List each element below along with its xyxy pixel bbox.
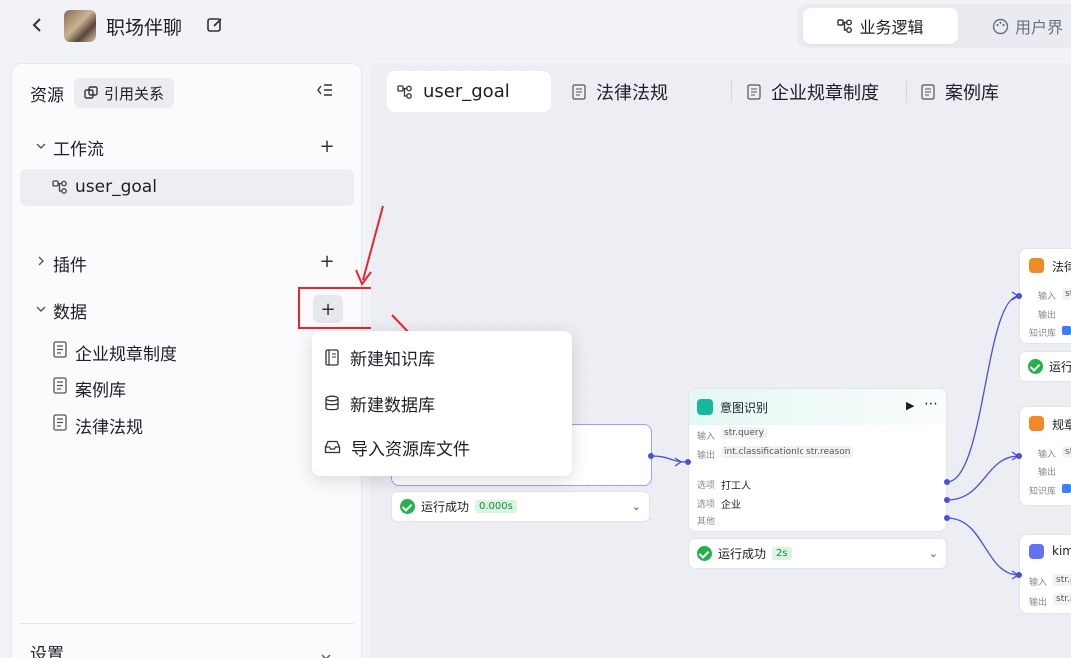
output-port[interactable] <box>944 515 950 521</box>
menu-item-import-resource-file[interactable]: 导入资源库文件 <box>324 432 470 462</box>
kb-icon <box>1062 484 1071 493</box>
intent-icon <box>697 399 713 415</box>
menu-item-label: 新建知识库 <box>350 349 435 370</box>
llm-icon <box>1029 544 1044 559</box>
input-label: 输入 <box>697 432 716 442</box>
output-tag: str.n <box>1053 593 1071 605</box>
check-circle-icon <box>1028 359 1043 374</box>
database-icon <box>325 395 339 410</box>
input-tag: str <box>1062 446 1071 458</box>
knowledge-icon <box>1029 258 1044 273</box>
status-text: 运行成功 <box>718 547 767 561</box>
other-label: 其他 <box>697 517 716 527</box>
inbox-icon <box>324 440 341 454</box>
input-port[interactable] <box>1016 293 1022 299</box>
input-port[interactable] <box>1016 572 1022 578</box>
kb-icon <box>1062 326 1071 335</box>
kimi-llm-node[interactable]: kim 输入 str.a 输出 str.n <box>1019 534 1071 614</box>
output-label: 输出 <box>1038 311 1057 321</box>
run-time-badge: 0.000s <box>475 500 517 513</box>
kb-label: 知识库 <box>1029 329 1057 339</box>
input-tag: str.query <box>721 427 767 439</box>
law-node-title: 法律 <box>1052 260 1071 274</box>
knowledge-icon <box>1029 416 1044 431</box>
kimi-node-title: kim <box>1052 544 1071 558</box>
input-label: 输入 <box>1038 292 1057 302</box>
output-label: 输出 <box>1038 468 1057 478</box>
status-text: 运行 <box>1049 360 1071 374</box>
kb-label: 知识库 <box>1029 487 1057 497</box>
run-time-badge: 2s <box>772 547 792 560</box>
output-port[interactable] <box>944 497 950 503</box>
intent-node-status[interactable]: 运行成功 2s ⌄ <box>688 538 947 569</box>
start-node-status[interactable]: 运行成功 0.000s ⌄ <box>391 491 650 522</box>
status-text: 运行成功 <box>421 500 470 514</box>
add-data-dropdown-menu: 新建知识库 新建数据库 导入资源库文件 <box>312 331 572 476</box>
knowledge-base-icon <box>325 348 339 366</box>
chevron-down-icon[interactable]: ⌄ <box>929 547 938 560</box>
output-port[interactable] <box>944 479 950 485</box>
option-label: 选项 <box>697 481 716 491</box>
output-label: 输出 <box>1029 598 1048 608</box>
input-label: 输入 <box>1029 578 1048 588</box>
input-label: 输入 <box>1038 450 1057 460</box>
option-value: 企业 <box>721 500 741 511</box>
output-tag: int.classificationId <box>721 446 809 458</box>
check-circle-icon <box>697 546 712 561</box>
input-tag: str <box>1062 288 1071 300</box>
menu-item-new-knowledge-base[interactable]: 新建知识库 <box>324 342 435 372</box>
chevron-down-icon[interactable]: ⌄ <box>632 500 641 513</box>
output-port[interactable] <box>648 453 654 459</box>
rules-node-title: 规章 <box>1052 418 1071 432</box>
output-label: 输出 <box>697 451 716 461</box>
intent-recognition-node[interactable]: 意图识别 ▶ ⋯ 输入 str.query 输出 int.classificat… <box>688 388 947 532</box>
rules-knowledge-node[interactable]: 规章 输入 str 输出 知识库 <box>1019 406 1071 506</box>
intent-node-title: 意图识别 <box>720 401 769 415</box>
run-node-icon[interactable]: ▶ <box>906 399 914 412</box>
law-node-status[interactable]: 运行 <box>1019 351 1071 382</box>
menu-item-label: 新建数据库 <box>350 395 435 416</box>
check-circle-icon <box>400 499 415 514</box>
menu-item-new-database[interactable]: 新建数据库 <box>324 388 435 418</box>
input-port[interactable] <box>1016 453 1022 459</box>
menu-item-label: 导入资源库文件 <box>351 439 470 460</box>
output-tag: str.reason <box>803 446 854 458</box>
input-tag: str.a <box>1053 574 1071 586</box>
law-knowledge-node[interactable]: 法律 输入 str 输出 知识库 <box>1019 248 1071 344</box>
option-value: 打工人 <box>721 481 751 492</box>
more-icon[interactable]: ⋯ <box>924 396 938 412</box>
option-label: 选项 <box>697 500 716 510</box>
input-port[interactable] <box>685 459 691 465</box>
